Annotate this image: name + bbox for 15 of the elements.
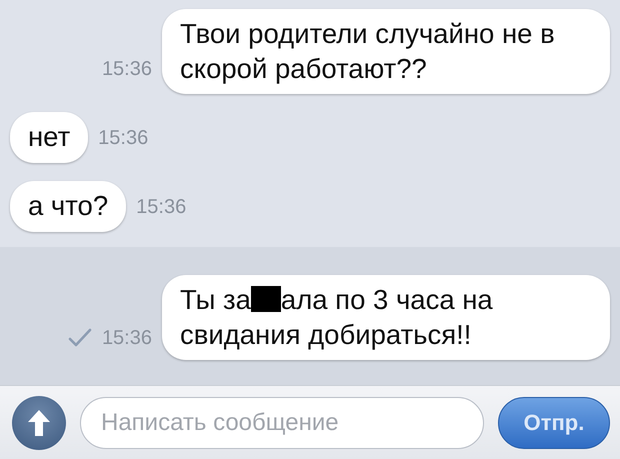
- attach-button[interactable]: [12, 396, 66, 450]
- message-text: Ты за: [180, 284, 251, 316]
- message-time: 15:36: [102, 326, 152, 351]
- message-bubble: Твои родители случайно не в скорой работают??: [162, 9, 610, 94]
- send-button[interactable]: Отпр.: [498, 396, 610, 448]
- message-time: 15:36: [136, 194, 186, 220]
- message-bubble: нет: [10, 112, 88, 163]
- message-bubble: а что?: [10, 180, 126, 232]
- message-time: 15:36: [98, 126, 148, 151]
- arrow-up-icon: [26, 408, 52, 438]
- message-time: 15:36: [102, 57, 152, 82]
- redaction-bar: [250, 286, 281, 312]
- message-text: ала по 3 часа на: [280, 284, 493, 316]
- message-input[interactable]: Написать сообщение: [80, 396, 484, 448]
- message-text: свидания добираться!!: [180, 318, 472, 352]
